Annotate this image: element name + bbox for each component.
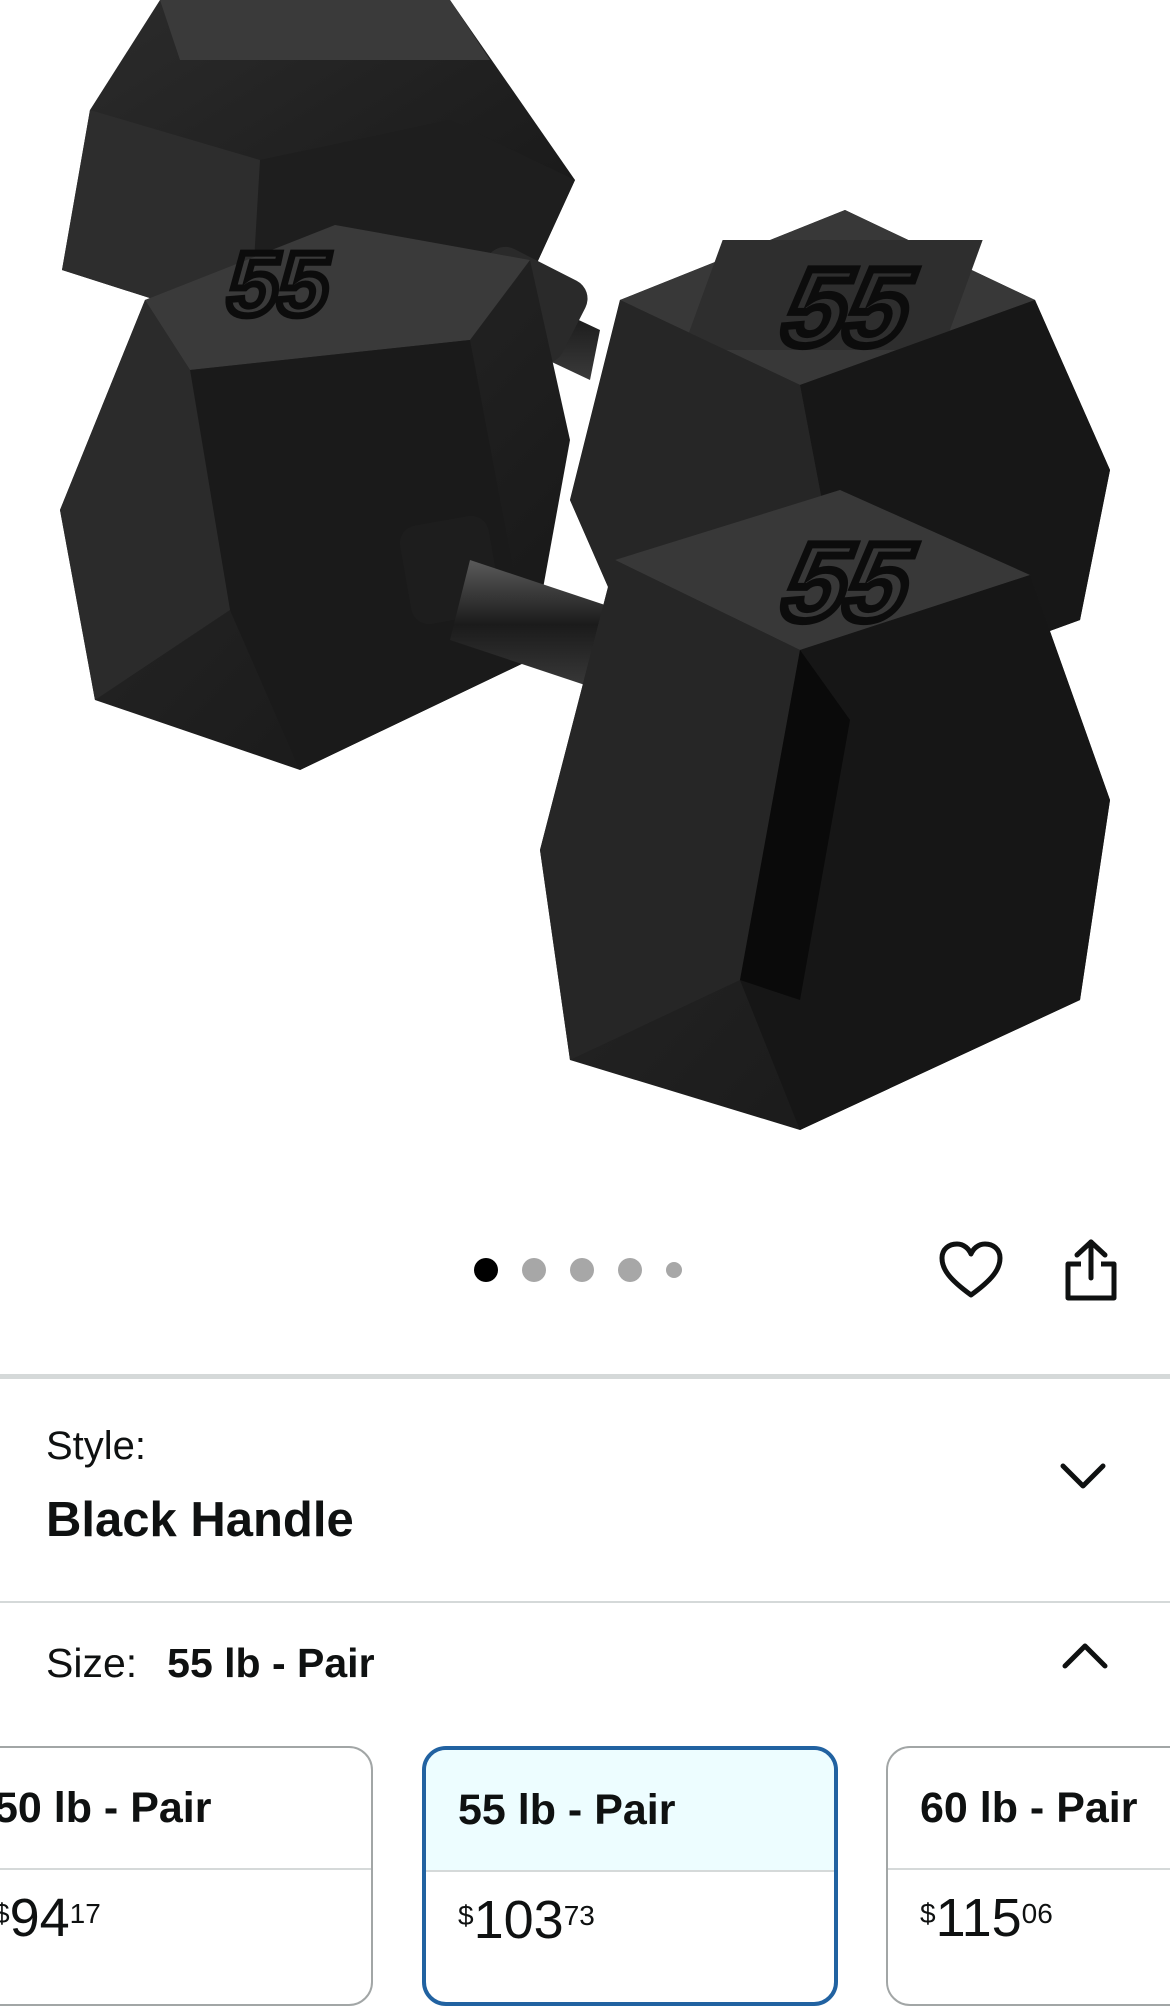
chevron-down-icon[interactable] <box>1053 1446 1113 1506</box>
section-divider <box>0 1374 1170 1379</box>
style-label: Style: <box>46 1424 147 1468</box>
carousel-dot[interactable] <box>666 1262 682 1278</box>
carousel-dot[interactable] <box>618 1258 642 1282</box>
size-header[interactable]: Size: 55 lb - Pair <box>46 1640 375 1687</box>
share-button[interactable] <box>1055 1234 1127 1306</box>
dumbbells-illustration: 55 55 55 <box>60 0 1110 1130</box>
front-left-head: 55 <box>60 225 570 770</box>
size-value: 55 lb - Pair <box>167 1640 375 1686</box>
section-divider <box>0 1601 1170 1603</box>
carousel-dot[interactable] <box>570 1258 594 1282</box>
image-carousel-indicator[interactable] <box>474 1258 706 1282</box>
heart-icon <box>939 1241 1003 1298</box>
size-label: Size: <box>46 1640 138 1686</box>
size-option-price: $ 115 06 <box>920 1888 1053 1948</box>
size-option-price: $ 94 17 <box>0 1888 101 1948</box>
size-option-name: 50 lb - Pair <box>0 1748 371 1870</box>
carousel-dot[interactable] <box>474 1258 498 1282</box>
front-right-head: 55 <box>540 490 1110 1130</box>
chevron-up-icon[interactable] <box>1055 1626 1115 1686</box>
product-image[interactable]: 55 55 55 <box>0 0 1170 1220</box>
size-option-card[interactable]: 60 lb - Pair $ 115 06 <box>886 1746 1170 2006</box>
weight-marking-left: 55 <box>219 235 340 335</box>
size-option-card-selected[interactable]: 55 lb - Pair $ 103 73 <box>422 1746 838 2006</box>
style-value: Black Handle <box>46 1493 354 1547</box>
size-option-card[interactable]: 50 lb - Pair $ 94 17 <box>0 1746 373 2006</box>
size-option-price: $ 103 73 <box>458 1890 595 1950</box>
favorite-button[interactable] <box>935 1234 1007 1306</box>
share-icon <box>1065 1239 1117 1301</box>
carousel-dot[interactable] <box>522 1258 546 1282</box>
size-option-name: 55 lb - Pair <box>426 1750 834 1872</box>
size-option-name: 60 lb - Pair <box>888 1748 1170 1870</box>
